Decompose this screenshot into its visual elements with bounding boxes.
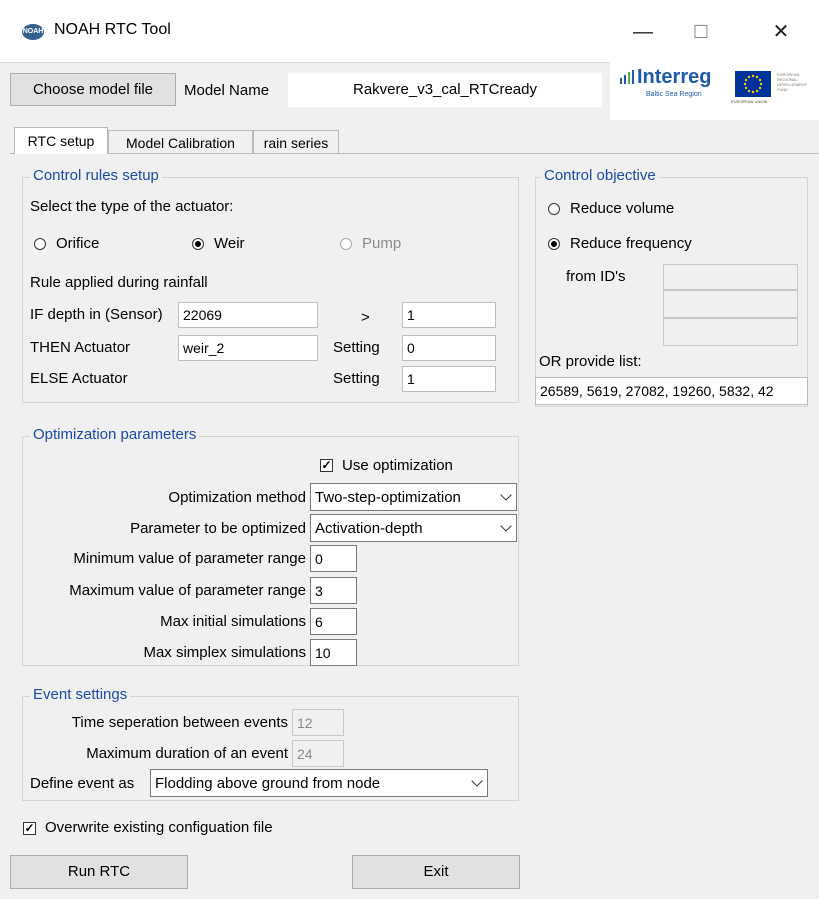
max-simplex-simulations-input[interactable]: 10 (310, 639, 357, 666)
then-actuator-label: THEN Actuator (30, 339, 131, 356)
eu-text: EUROPEAN UNION (731, 99, 768, 104)
sensor-id-input[interactable]: 22069 (178, 302, 318, 328)
chevron-down-icon (500, 489, 512, 501)
else-actuator-label: ELSE Actuator (30, 370, 128, 387)
parameter-value: Activation-depth (315, 519, 423, 537)
use-optimization-checkbox[interactable]: ✓ (320, 459, 333, 472)
max-duration-label: Maximum duration of an event (86, 745, 288, 762)
window-title: NOAH RTC Tool (54, 21, 171, 38)
define-event-dropdown[interactable]: Flodding above ground from node (150, 769, 488, 797)
actuator-prompt: Select the type of the actuator: (30, 198, 234, 215)
then-actuator-input[interactable]: weir_2 (178, 335, 318, 361)
app-icon: NOAH (22, 24, 44, 40)
min-range-label: Minimum value of parameter range (73, 550, 306, 567)
maximize-button[interactable]: ☐ (678, 14, 724, 50)
parameter-dropdown[interactable]: Activation-depth (310, 514, 517, 542)
min-range-input[interactable]: 0 (310, 545, 357, 572)
from-id-input-2[interactable] (663, 290, 798, 318)
provide-list-label: OR provide list: (539, 353, 642, 370)
interreg-subtitle: Baltic Sea Region (646, 91, 702, 98)
model-name-value: Rakvere_v3_cal_RTCready (288, 73, 602, 107)
choose-model-file-button[interactable]: Choose model file (10, 73, 176, 106)
id-list-input[interactable]: 26589, 5619, 27082, 19260, 5832, 42 (535, 377, 808, 405)
tab-rain-series[interactable]: rain series (253, 130, 339, 154)
title-bar: NOAH NOAH RTC Tool — ☐ ✕ (0, 0, 819, 63)
chevron-down-icon (500, 520, 512, 532)
reduce-volume-radio[interactable] (548, 203, 560, 215)
event-settings-title: Event settings (30, 686, 131, 703)
eu-flag-icon (735, 71, 771, 97)
signal-icon (620, 70, 636, 84)
tab-rtc-setup[interactable]: RTC setup (14, 127, 108, 154)
run-rtc-button[interactable]: Run RTC (10, 855, 188, 889)
from-id-input-3[interactable] (663, 318, 798, 346)
max-initial-simulations-input[interactable]: 6 (310, 608, 357, 635)
max-duration-input[interactable]: 24 (292, 740, 344, 767)
max-simplex-simulations-label: Max simplex simulations (143, 644, 306, 661)
else-setting-label: Setting (333, 370, 380, 387)
reduce-frequency-label: Reduce frequency (570, 235, 692, 252)
time-separation-label: Time seperation between events (71, 714, 288, 731)
overwrite-config-checkbox[interactable]: ✓ (23, 822, 36, 835)
control-objective-title: Control objective (541, 167, 659, 184)
max-range-input[interactable]: 3 (310, 577, 357, 604)
time-separation-input[interactable]: 12 (292, 709, 344, 736)
model-name-label: Model Name (184, 82, 270, 99)
pump-label: Pump (362, 235, 402, 252)
fund-text: EUROPEAN REGIONAL DEVELOPMENT FUND (777, 72, 808, 92)
then-setting-label: Setting (333, 339, 380, 356)
parameter-optimized-label: Parameter to be optimized (130, 520, 306, 537)
pump-radio[interactable] (340, 238, 352, 250)
use-optimization-label: Use optimization (342, 457, 453, 474)
max-range-label: Maximum value of parameter range (69, 582, 306, 599)
close-button[interactable]: ✕ (758, 14, 804, 50)
optimization-title: Optimization parameters (30, 426, 200, 443)
control-rules-title: Control rules setup (30, 167, 162, 184)
optimization-method-value: Two-step-optimization (315, 488, 461, 506)
minimize-button[interactable]: — (620, 14, 666, 50)
orifice-label: Orifice (56, 235, 100, 252)
then-setting-input[interactable]: 0 (402, 335, 496, 361)
exit-button[interactable]: Exit (352, 855, 520, 889)
interreg-name: Interreg (637, 66, 712, 88)
orifice-radio[interactable] (34, 238, 46, 250)
else-setting-input[interactable]: 1 (402, 366, 496, 392)
weir-radio[interactable] (192, 238, 204, 250)
interreg-logo: Interreg Baltic Sea Region EUROPEAN UNIO… (610, 62, 819, 120)
tab-model-calibration[interactable]: Model Calibration (108, 130, 253, 154)
overwrite-config-label: Overwrite existing configuation file (45, 819, 273, 836)
reduce-frequency-radio[interactable] (548, 238, 560, 250)
reduce-volume-label: Reduce volume (570, 200, 675, 217)
from-ids-label: from ID's (566, 268, 626, 285)
rule-heading: Rule applied during rainfall (30, 274, 208, 291)
from-id-input-1[interactable] (663, 264, 798, 290)
weir-label: Weir (214, 235, 245, 252)
max-initial-simulations-label: Max initial simulations (160, 613, 306, 630)
operator-label: > (361, 309, 370, 326)
threshold-input[interactable]: 1 (402, 302, 496, 328)
optimization-method-label: Optimization method (168, 489, 306, 506)
define-event-label: Define event as (30, 775, 135, 792)
define-event-value: Flodding above ground from node (155, 774, 381, 792)
optimization-method-dropdown[interactable]: Two-step-optimization (310, 483, 517, 511)
if-depth-label: IF depth in (Sensor) (30, 306, 163, 323)
chevron-down-icon (471, 775, 483, 787)
